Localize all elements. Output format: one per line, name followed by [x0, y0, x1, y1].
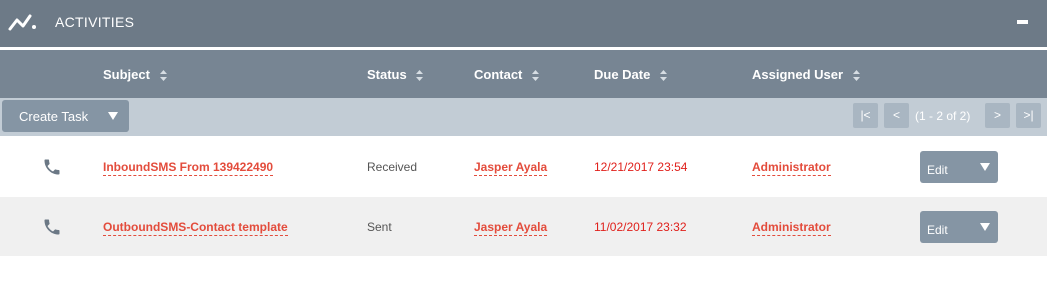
- column-header-subject[interactable]: Subject: [103, 67, 167, 82]
- sort-icon: [159, 70, 167, 82]
- column-header-status[interactable]: Status: [367, 67, 424, 82]
- activities-subpanel: ACTIVITIES Subject Status Contact Due Da…: [0, 0, 1047, 281]
- subpanel-header: ACTIVITIES: [0, 0, 1047, 47]
- sort-icon: [852, 70, 860, 82]
- dropdown-arrow-icon[interactable]: [108, 112, 118, 120]
- sort-icon: [659, 70, 667, 82]
- due-date-text: 12/21/2017 23:54: [594, 160, 688, 174]
- status-text: Sent: [367, 220, 392, 234]
- edit-button[interactable]: Edit: [920, 211, 998, 243]
- activity-graph-icon: [8, 14, 36, 31]
- column-label: Contact: [474, 67, 523, 82]
- table-row: InboundSMS From 139422490 Received Jaspe…: [0, 137, 1047, 196]
- sort-icon: [416, 70, 424, 82]
- subpanel-toolbar: Create Task |< < (1 - 2 of 2) > >|: [0, 98, 1047, 136]
- table-row: OutboundSMS-Contact template Sent Jasper…: [0, 197, 1047, 256]
- dropdown-arrow-icon[interactable]: [980, 223, 990, 231]
- edit-button[interactable]: Edit: [920, 151, 998, 183]
- pager-count: (1 - 2 of 2): [915, 109, 971, 123]
- column-header-row: Subject Status Contact Due Date Assigned…: [0, 50, 1047, 98]
- column-header-assigned-user[interactable]: Assigned User: [752, 67, 860, 82]
- phone-icon: [44, 219, 60, 235]
- column-label: Status: [367, 67, 407, 82]
- pager-next-button[interactable]: >: [985, 103, 1010, 128]
- edit-label: Edit: [927, 163, 948, 177]
- status-text: Received: [367, 160, 418, 174]
- assigned-user-link[interactable]: Administrator: [752, 220, 831, 236]
- column-header-due-date[interactable]: Due Date: [594, 67, 667, 82]
- subpanel-title: ACTIVITIES: [55, 14, 135, 30]
- collapse-minus-icon[interactable]: [1017, 20, 1028, 24]
- column-label: Due Date: [594, 67, 651, 82]
- pager-first-button[interactable]: |<: [853, 103, 878, 128]
- assigned-user-link[interactable]: Administrator: [752, 160, 831, 176]
- column-header-contact[interactable]: Contact: [474, 67, 540, 82]
- column-label: Subject: [103, 67, 150, 82]
- create-task-label: Create Task: [19, 109, 89, 124]
- subject-link[interactable]: InboundSMS From 139422490: [103, 160, 274, 176]
- subject-link[interactable]: OutboundSMS-Contact template: [103, 220, 288, 236]
- pager-last-button[interactable]: >|: [1016, 103, 1041, 128]
- dropdown-arrow-icon[interactable]: [980, 163, 990, 171]
- contact-link[interactable]: Jasper Ayala: [474, 220, 548, 236]
- due-date-text: 11/02/2017 23:32: [594, 220, 687, 234]
- pager-prev-button[interactable]: <: [884, 103, 909, 128]
- contact-link[interactable]: Jasper Ayala: [474, 160, 548, 176]
- phone-icon: [44, 159, 60, 175]
- create-task-button[interactable]: Create Task: [2, 100, 129, 132]
- edit-label: Edit: [927, 223, 948, 237]
- sort-icon: [532, 70, 540, 82]
- column-label: Assigned User: [752, 67, 844, 82]
